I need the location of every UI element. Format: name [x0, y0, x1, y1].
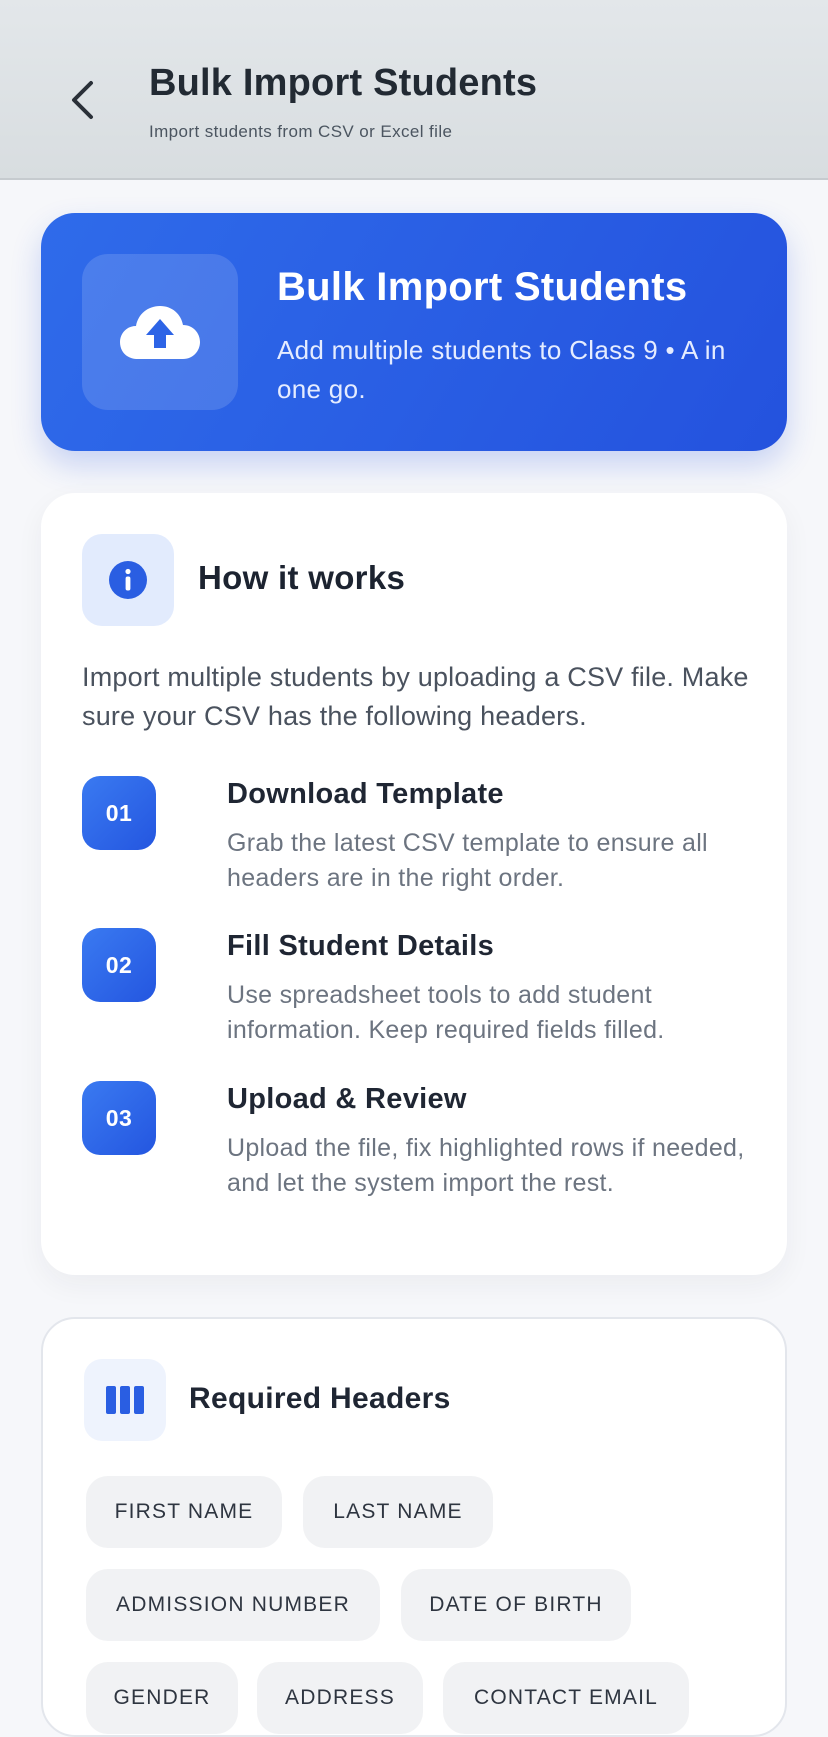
step-description: Use spreadsheet tools to add student inf… [227, 981, 665, 1044]
header-chip: ADMISSION NUMBER [86, 1569, 380, 1641]
header-chip: GENDER [86, 1662, 238, 1734]
cloud-upload-icon [120, 306, 200, 359]
chevron-left-icon [72, 81, 93, 119]
header-chip: ADDRESS [257, 1662, 423, 1734]
required-headers-title: Required Headers [189, 1382, 451, 1415]
how-it-works-card: How it works Import multiple students by… [41, 493, 787, 1275]
hero-icon-container [82, 254, 238, 410]
step-item: 03 Upload & Review Upload the file, fix … [82, 1081, 762, 1221]
step-number-badge: 02 [82, 928, 156, 1002]
step-title: Fill Student Details [227, 930, 495, 962]
step-title: Upload & Review [227, 1083, 467, 1115]
step-title: Download Template [227, 778, 504, 810]
required-headers-card: Required Headers FIRST NAME LAST NAME AD… [41, 1317, 787, 1737]
header-chip: FIRST NAME [86, 1476, 282, 1548]
back-button[interactable] [60, 78, 104, 122]
page-title: Bulk Import Students [149, 62, 538, 104]
page-subtitle: Import students from CSV or Excel file [149, 122, 453, 141]
step-number-badge: 03 [82, 1081, 156, 1155]
step-number-badge: 01 [82, 776, 156, 850]
columns-icon [106, 1386, 144, 1414]
step-item: 01 Download Template Grab the latest CSV… [82, 776, 762, 916]
app-bar: Bulk Import Students Import students fro… [0, 0, 828, 180]
step-description: Grab the latest CSV template to ensure a… [227, 829, 708, 892]
info-icon-container [82, 534, 174, 626]
header-chip: DATE OF BIRTH [401, 1569, 631, 1641]
how-it-works-intro: Import multiple students by uploading a … [82, 662, 749, 731]
columns-icon-container [84, 1359, 166, 1441]
info-icon [109, 561, 147, 599]
step-item: 02 Fill Student Details Use spreadsheet … [82, 928, 762, 1068]
hero-title: Bulk Import Students [277, 265, 688, 309]
hero-banner: Bulk Import Students Add multiple studen… [41, 213, 787, 451]
header-chip: CONTACT EMAIL [443, 1662, 689, 1734]
header-chip: LAST NAME [303, 1476, 493, 1548]
hero-description: Add multiple students to Class 9 • A in … [277, 335, 726, 404]
step-description: Upload the file, fix highlighted rows if… [227, 1134, 745, 1197]
how-it-works-title: How it works [198, 559, 406, 596]
